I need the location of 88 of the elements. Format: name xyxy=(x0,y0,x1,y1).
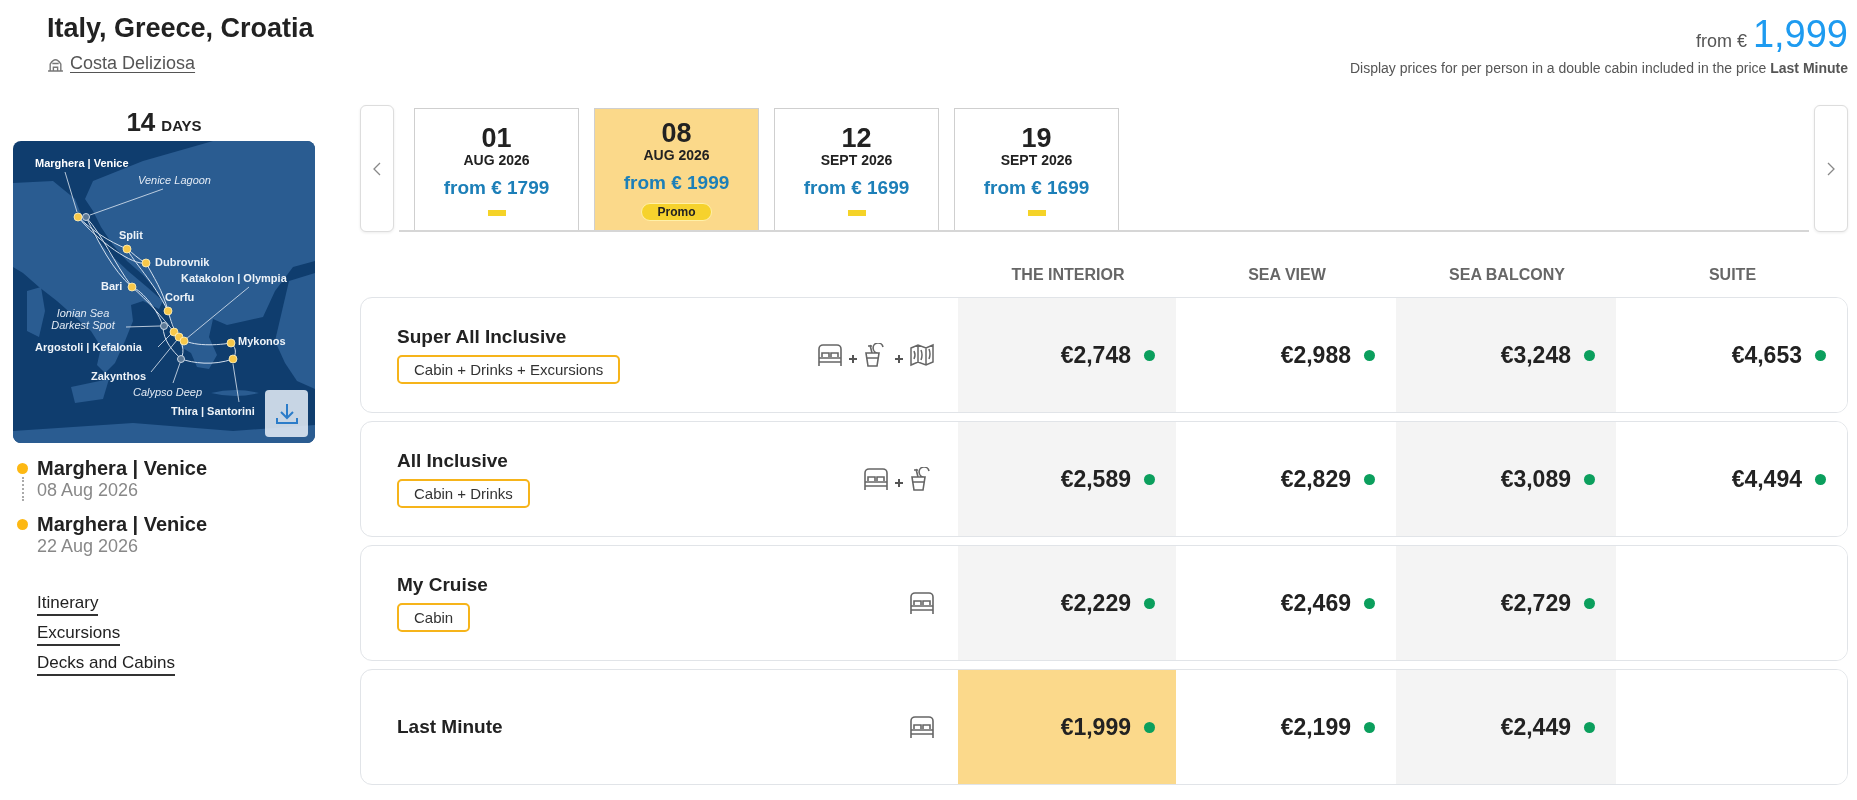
package-name: My Cruise xyxy=(397,574,488,596)
plus-icon xyxy=(848,354,858,364)
price-note: Display prices for per person in a double cabin included in the price Last Minute xyxy=(1349,60,1848,76)
map-label: Calypso Deep xyxy=(133,386,203,398)
landmass xyxy=(211,390,259,396)
date-tab[interactable]: 01 AUG 2026 from € 1799 xyxy=(414,108,579,230)
stop-dot-icon xyxy=(17,463,28,474)
package-name: All Inclusive xyxy=(397,450,508,472)
package-name: Last Minute xyxy=(397,716,503,738)
port-marker-icon xyxy=(163,306,173,316)
promo-badge: Promo xyxy=(641,202,712,221)
bed-icon xyxy=(909,715,935,739)
inclusions-tag: Cabin + Drinks xyxy=(397,479,530,508)
price-cell[interactable]: €3,089 xyxy=(1396,422,1616,536)
price-cell[interactable]: €2,729 xyxy=(1396,546,1616,660)
port-marker-icon xyxy=(228,354,238,364)
map-label: Venice Lagoon xyxy=(138,174,211,186)
waypoint-marker-icon xyxy=(177,355,185,363)
price-cell[interactable]: €3,248 xyxy=(1396,298,1616,412)
port-marker-icon xyxy=(127,282,137,292)
leader-line xyxy=(232,363,240,403)
section-link[interactable]: Decks and Cabins xyxy=(37,653,175,676)
price-prefix: from € xyxy=(1695,31,1747,52)
column-header: THE INTERIOR xyxy=(1011,266,1125,283)
duration-unit: DAYS xyxy=(161,117,202,134)
map-label: Mykonos xyxy=(238,335,286,347)
port-date: 22 Aug 2026 xyxy=(37,536,140,557)
map-label: Katakolon | Olympia xyxy=(181,272,287,284)
plus-icon xyxy=(894,478,904,488)
price-cell[interactable]: €2,589 xyxy=(958,422,1176,536)
section-link[interactable]: Excursions xyxy=(37,623,121,646)
map-label: Split xyxy=(119,229,143,241)
map-label: Zakynthos xyxy=(91,370,146,382)
waypoint-marker-icon xyxy=(82,213,90,221)
date-tab[interactable]: 19 SEPT 2026 from € 1699 xyxy=(954,108,1119,230)
inclusions-tag: Cabin xyxy=(397,603,471,632)
port-name: Marghera | Venice xyxy=(37,457,208,480)
port-marker-icon xyxy=(169,327,179,337)
port-marker-icon xyxy=(174,332,184,342)
section-link[interactable]: Itinerary xyxy=(37,593,99,616)
next-button[interactable] xyxy=(1814,105,1848,232)
download-button[interactable] xyxy=(265,390,308,437)
dash-icon xyxy=(1027,209,1046,216)
column-header: SEA BALCONY xyxy=(1449,266,1565,283)
bed-icon xyxy=(909,591,935,615)
port-marker-icon xyxy=(141,258,151,268)
dash-icon xyxy=(487,209,506,216)
chevron-left-icon xyxy=(373,161,381,176)
price-cell[interactable]: €1,999 xyxy=(958,670,1176,784)
bed-icon xyxy=(817,343,843,367)
map-label: Argostoli | Kefalonia xyxy=(35,341,142,353)
plus-icon xyxy=(894,354,904,364)
map-label: Bari xyxy=(101,280,123,292)
date-tab[interactable]: 12 SEPT 2026 from € 1699 xyxy=(774,108,939,230)
stop-dot-icon xyxy=(17,519,28,530)
price-cell[interactable]: €2,449 xyxy=(1396,670,1616,784)
port-name: Marghera | Venice xyxy=(37,513,208,536)
map-label: Corfu xyxy=(165,291,195,303)
inclusions-tag: Cabin + Drinks + Excursions xyxy=(397,355,621,384)
price-cell[interactable]: €2,229 xyxy=(958,546,1176,660)
download-icon xyxy=(274,402,299,425)
previous-button[interactable] xyxy=(360,105,394,232)
duration-number: 14 xyxy=(126,107,156,137)
leader-line xyxy=(64,171,78,213)
column-header: SEA VIEW xyxy=(1248,266,1326,283)
map-label: Dubrovnik xyxy=(155,256,210,268)
waypoint-marker-icon xyxy=(160,322,168,330)
package-name: Super All Inclusive xyxy=(397,326,567,348)
column-header: SUITE xyxy=(1708,266,1757,283)
bed-icon xyxy=(863,467,889,491)
leader-line xyxy=(125,325,161,328)
map-label: Ionian Sea Darkest Spot xyxy=(50,307,116,331)
port-marker-icon xyxy=(122,244,132,254)
map-label: Marghera | Venice xyxy=(35,157,129,169)
dash-icon xyxy=(847,209,866,216)
map-icon xyxy=(909,343,935,367)
cruise-title: Italy, Greece, Croatia xyxy=(47,12,314,44)
port-date: 08 Aug 2026 xyxy=(37,480,140,501)
port-marker-icon xyxy=(226,338,236,348)
price-cell[interactable]: €2,748 xyxy=(958,298,1176,412)
port-marker-icon xyxy=(73,212,83,222)
port-marker-icon xyxy=(179,336,189,346)
timeline-line xyxy=(21,477,24,501)
headline-price: 1,999 xyxy=(1752,12,1848,56)
map-label: Thira | Santorini xyxy=(171,405,255,417)
chevron-right-icon xyxy=(1827,161,1835,176)
date-tab[interactable]: 08 AUG 2026 from € 1999 Promo xyxy=(594,108,759,230)
ship-link[interactable]: Costa Deliziosa xyxy=(70,53,196,74)
